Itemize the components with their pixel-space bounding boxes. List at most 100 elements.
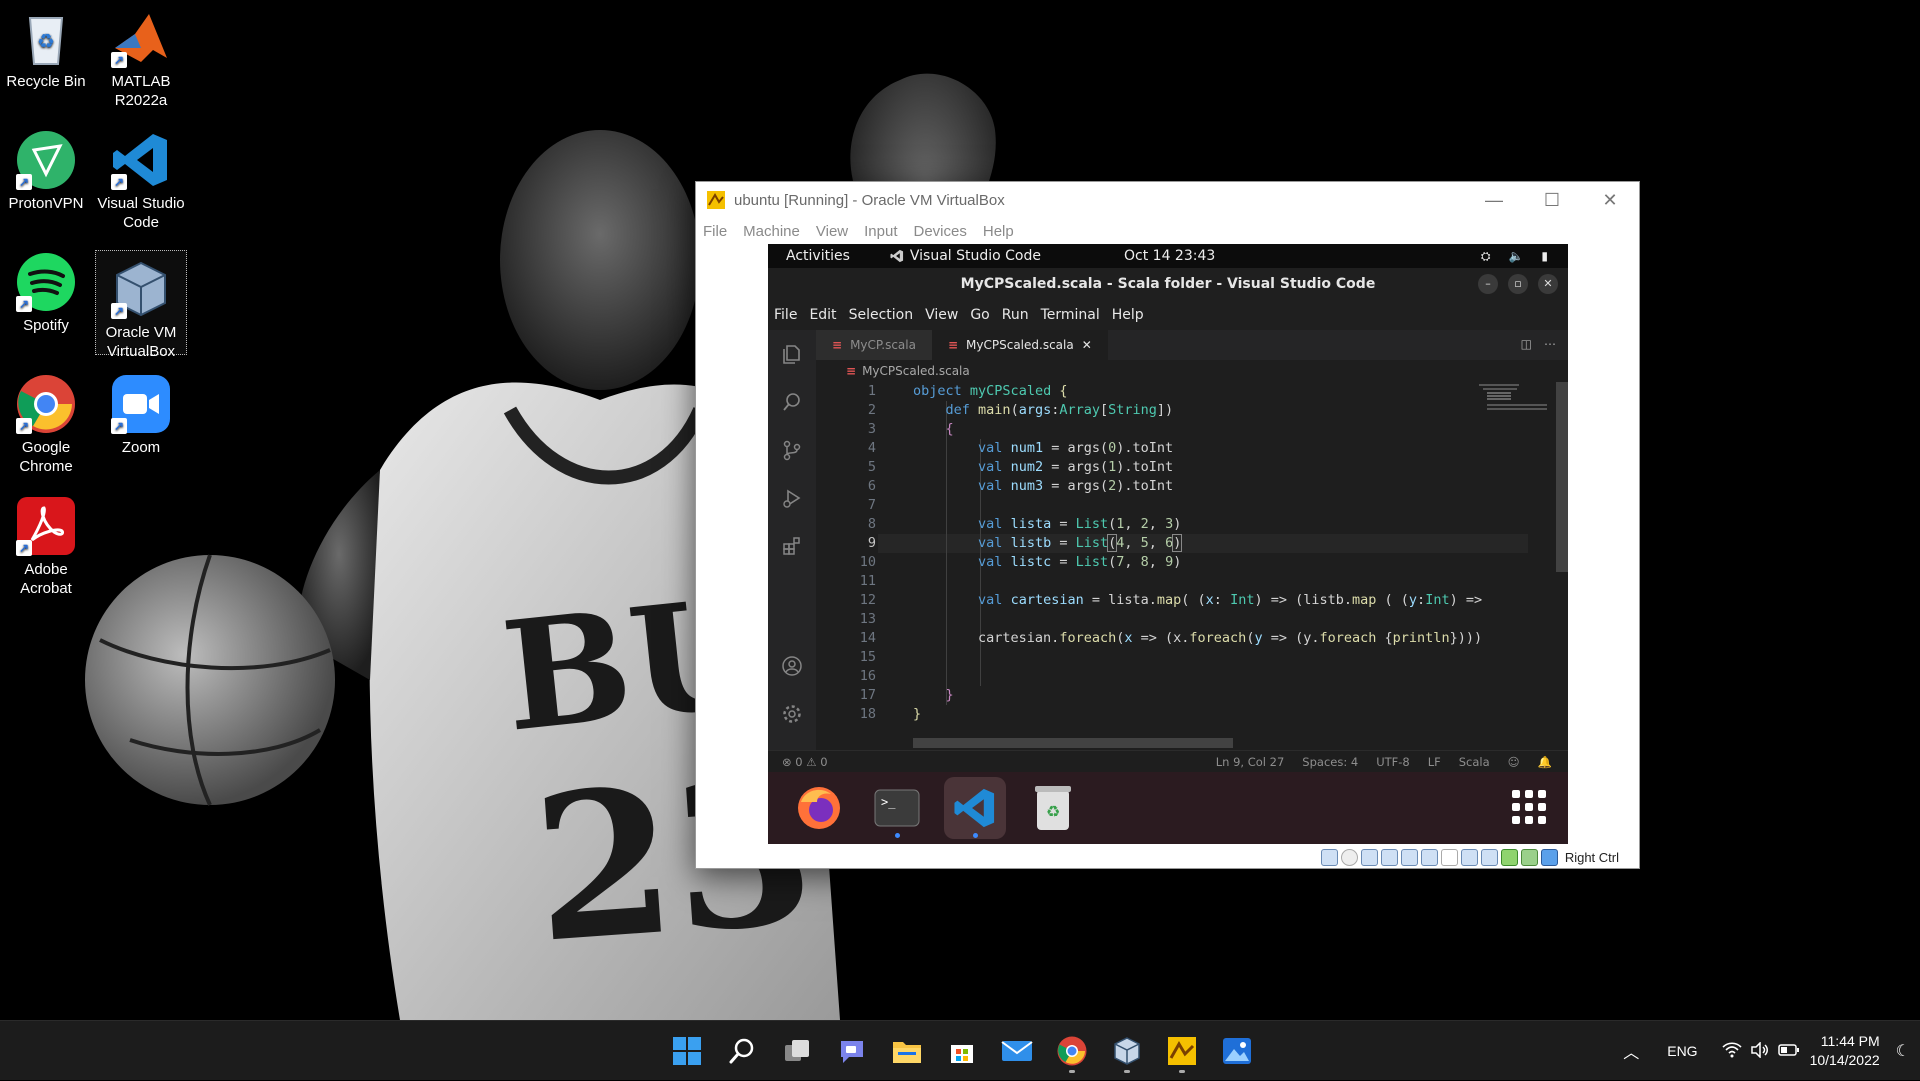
audio-icon[interactable] (1361, 849, 1378, 866)
vscode-minimize-button[interactable]: – (1478, 274, 1498, 294)
network-adapter-icon[interactable] (1381, 849, 1398, 866)
close-button[interactable]: ✕ (1581, 190, 1639, 211)
source-control-icon[interactable] (768, 426, 816, 474)
desktop-icon-recycle-bin[interactable]: ♻ Recycle Bin (0, 0, 92, 91)
focused-app-indicator[interactable]: Visual Studio Code (890, 248, 1041, 264)
menu-help[interactable]: Help (1112, 307, 1144, 323)
extensions-icon[interactable] (768, 522, 816, 570)
taskbar-vm-ubuntu[interactable] (1160, 1029, 1204, 1073)
desktop-icon-spotify[interactable]: ↗ Spotify (0, 244, 92, 335)
input-language[interactable]: ENG (1667, 1043, 1697, 1059)
taskbar-virtualbox[interactable] (1105, 1029, 1149, 1073)
tab-close-icon[interactable]: ✕ (1082, 338, 1092, 352)
taskbar-search[interactable] (720, 1029, 764, 1073)
horizontal-scrollbar[interactable] (913, 738, 1233, 748)
accounts-icon[interactable] (768, 642, 816, 690)
taskbar-mail[interactable] (995, 1029, 1039, 1073)
video-capture-icon[interactable] (1461, 849, 1478, 866)
host-key-label: Right Ctrl (1565, 850, 1619, 865)
usb-icon[interactable] (1401, 849, 1418, 866)
vbox-menu-help[interactable]: Help (983, 223, 1014, 240)
mouse-integration-icon[interactable] (1521, 849, 1538, 866)
taskbar-photos[interactable] (1215, 1029, 1259, 1073)
focus-assist-moon-icon[interactable]: ☾ (1896, 1041, 1910, 1061)
run-debug-icon[interactable] (768, 474, 816, 522)
code-editor[interactable]: 1 2 3 4 5 6 7 8 9 10 11 12 13 14 (816, 382, 1526, 740)
minimap[interactable] (1475, 382, 1555, 742)
optical-drive-icon[interactable] (1341, 849, 1358, 866)
vbox-menu-input[interactable]: Input (864, 223, 897, 240)
maximize-button[interactable]: ☐ (1523, 190, 1581, 211)
taskbar-clock[interactable]: 11:44 PM 10/14/2022 (1810, 1032, 1880, 1070)
gnome-system-tray[interactable]: ⛭ 🔈 ▮ (1481, 249, 1548, 264)
hard-disk-icon[interactable] (1321, 849, 1338, 866)
desktop-icon-acrobat[interactable]: ↗ Adobe Acrobat (0, 488, 92, 598)
taskbar-chrome[interactable] (1050, 1029, 1094, 1073)
gnome-clock[interactable]: Oct 14 23:43 (1124, 248, 1215, 264)
menu-view[interactable]: View (925, 307, 958, 323)
taskbar-task-view[interactable] (775, 1029, 819, 1073)
dock-trash[interactable]: ♻ (1022, 777, 1084, 839)
battery-icon[interactable] (1778, 1043, 1800, 1060)
tab-mycp-scala[interactable]: ≡ MyCP.scala (816, 330, 932, 360)
taskbar-store[interactable] (940, 1029, 984, 1073)
vbox-menu-view[interactable]: View (816, 223, 848, 240)
vscode-restore-button[interactable]: ▫ (1508, 274, 1528, 294)
desktop-icon-protonvpn[interactable]: ↗ ProtonVPN (0, 122, 92, 213)
taskbar-file-explorer[interactable] (885, 1029, 929, 1073)
settings-gear-icon[interactable] (768, 690, 816, 738)
language-mode[interactable]: Scala (1459, 755, 1490, 769)
menu-run[interactable]: Run (1002, 307, 1029, 323)
guest-additions-icon[interactable] (1501, 849, 1518, 866)
vbox-menu-machine[interactable]: Machine (743, 223, 800, 240)
virtualbox-window[interactable]: ubuntu [Running] - Oracle VM VirtualBox … (695, 181, 1640, 869)
desktop-icon-vscode[interactable]: ↗ Visual Studio Code (95, 122, 187, 232)
menu-selection[interactable]: Selection (849, 307, 914, 323)
speaker-volume-icon[interactable] (1750, 1042, 1770, 1061)
cursor-position[interactable]: Ln 9, Col 27 (1216, 755, 1285, 769)
search-icon[interactable] (768, 378, 816, 426)
dock-firefox[interactable] (788, 777, 850, 839)
file-encoding[interactable]: UTF-8 (1376, 755, 1410, 769)
menu-terminal[interactable]: Terminal (1041, 307, 1100, 323)
taskbar-chat[interactable] (830, 1029, 874, 1073)
more-actions-icon[interactable]: ⋯ (1544, 337, 1556, 351)
wifi-icon[interactable] (1722, 1042, 1742, 1061)
desktop-icon-matlab[interactable]: ↗ MATLAB R2022a (95, 0, 187, 110)
virtualbox-title-bar[interactable]: ubuntu [Running] - Oracle VM VirtualBox … (696, 182, 1639, 218)
explorer-icon[interactable] (768, 330, 816, 378)
feedback-icon[interactable]: ☺ (1508, 755, 1520, 769)
vscode-title-bar[interactable]: MyCPScaled.scala - Scala folder - Visual… (768, 268, 1568, 300)
running-indicator (1124, 1070, 1130, 1073)
vbox-menu-file[interactable]: File (703, 223, 727, 240)
notifications-bell-icon[interactable]: 🔔 (1538, 755, 1552, 769)
menu-edit[interactable]: Edit (809, 307, 836, 323)
vbox-menu-devices[interactable]: Devices (914, 223, 967, 240)
problems-indicator[interactable]: ⊗ 0 ⚠ 0 (782, 755, 828, 769)
keyboard-capture-icon[interactable] (1541, 849, 1558, 866)
dock-terminal[interactable]: >_ (866, 777, 928, 839)
indentation-setting[interactable]: Spaces: 4 (1302, 755, 1358, 769)
guest-display[interactable]: Activities Visual Studio Code Oct 14 23:… (768, 244, 1568, 844)
menu-go[interactable]: Go (970, 307, 989, 323)
vscode-close-button[interactable]: ✕ (1538, 274, 1558, 294)
shared-folders-icon[interactable] (1421, 849, 1438, 866)
tab-mycpscaled-scala[interactable]: ≡ MyCPScaled.scala ✕ (932, 330, 1108, 360)
menu-file[interactable]: File (774, 307, 797, 323)
activities-button[interactable]: Activities (786, 248, 850, 264)
windows-taskbar: ︿ ENG 11:44 PM 10/14/2022 ☾ (0, 1020, 1920, 1080)
show-hidden-icons-chevron-up-icon[interactable]: ︿ (1623, 1039, 1639, 1063)
split-editor-icon[interactable]: ◫ (1521, 337, 1532, 351)
show-applications-grid-icon[interactable] (1512, 790, 1546, 824)
processor-icon[interactable] (1481, 849, 1498, 866)
dock-vscode[interactable] (944, 777, 1006, 839)
desktop-icon-virtualbox[interactable]: ↗ Oracle VM VirtualBox (95, 250, 187, 355)
end-of-line[interactable]: LF (1428, 755, 1441, 769)
desktop-icon-chrome[interactable]: ↗ Google Chrome (0, 366, 92, 476)
desktop-icon-zoom[interactable]: ↗ Zoom (95, 366, 187, 457)
vertical-scrollbar[interactable] (1556, 382, 1568, 572)
start-button[interactable] (665, 1029, 709, 1073)
display-icon[interactable] (1441, 849, 1458, 866)
minimize-button[interactable]: — (1465, 190, 1523, 211)
breadcrumb[interactable]: ≡ MyCPScaled.scala (816, 360, 970, 382)
